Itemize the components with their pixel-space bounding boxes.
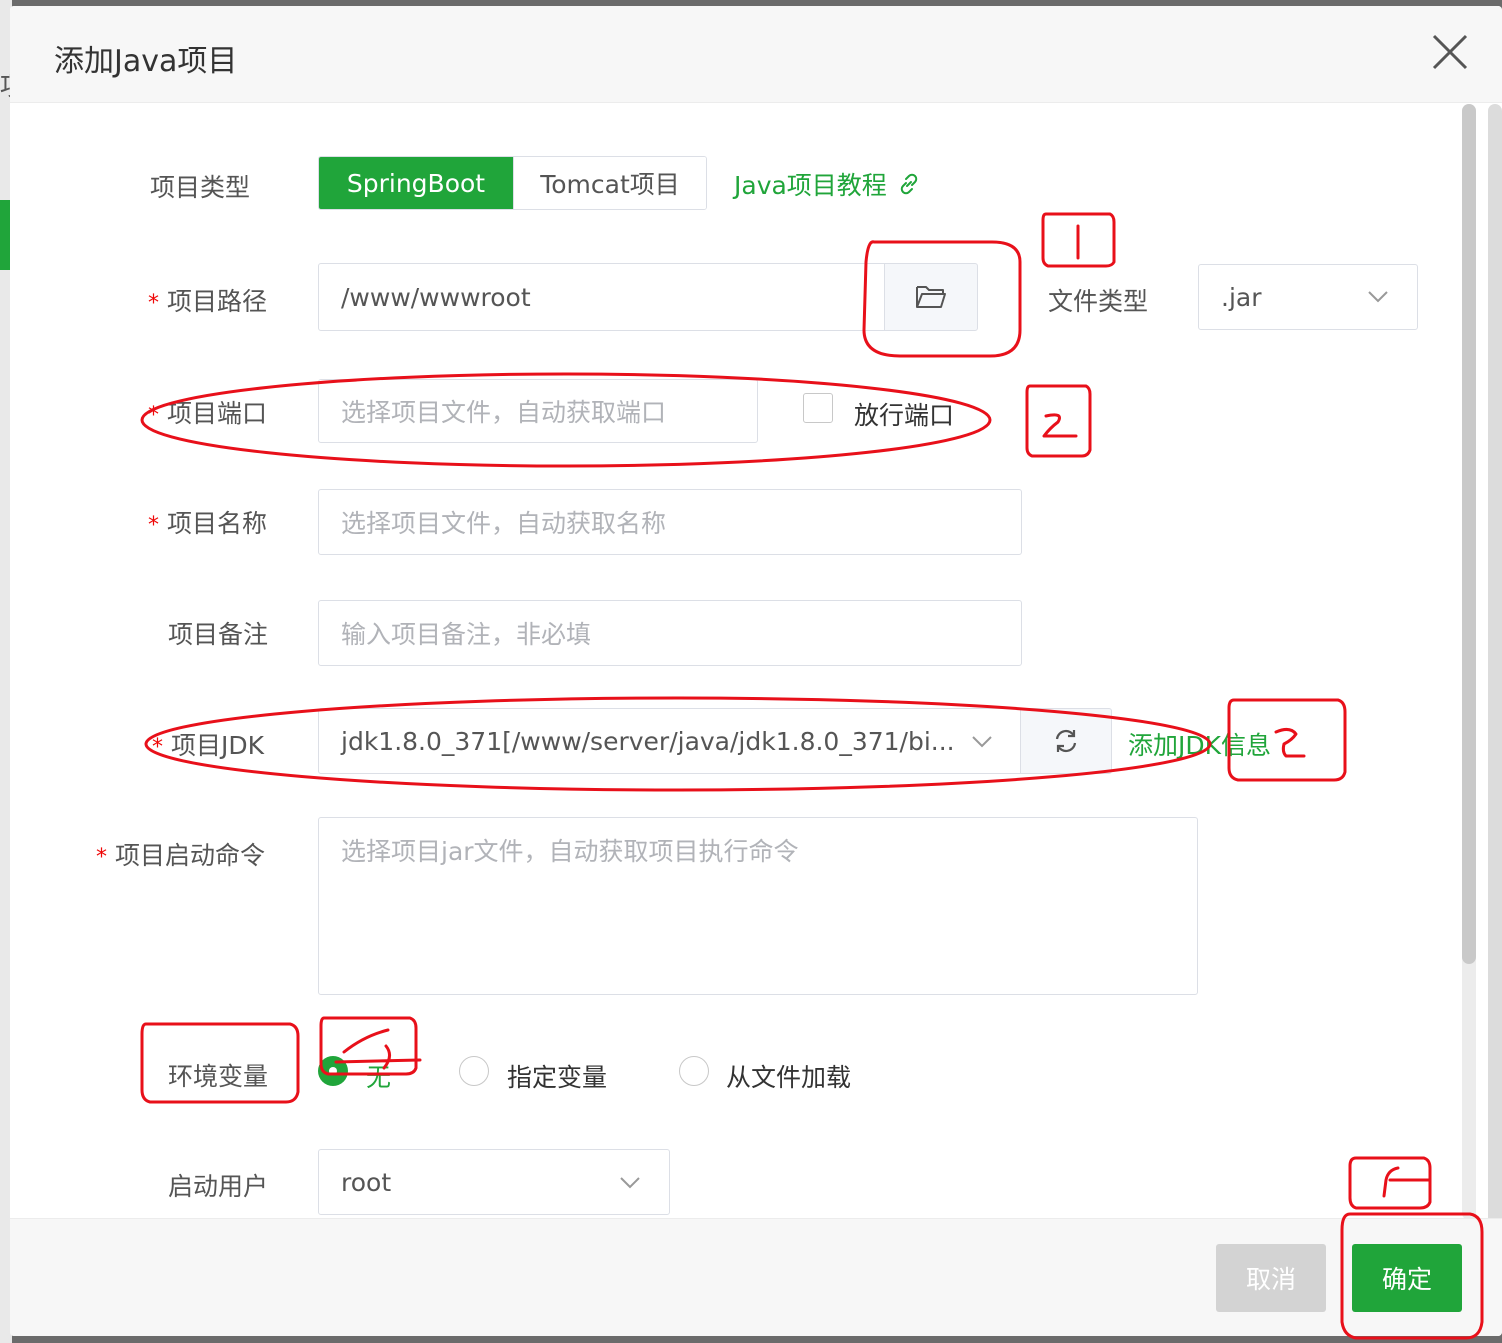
start-user-label: 启动用户 <box>168 1172 269 1201</box>
file-type-select[interactable]: .jar <box>1198 264 1418 330</box>
vertical-scrollbar[interactable] <box>1462 104 1476 1220</box>
required-mark: * <box>96 845 107 870</box>
file-type-label: 文件类型 <box>1048 287 1149 316</box>
type-springboot-button[interactable]: SpringBoot <box>319 157 513 209</box>
java-tutorial-link[interactable]: Java项目教程 <box>734 166 921 202</box>
close-icon[interactable] <box>1428 30 1472 74</box>
external-link-icon <box>900 173 918 195</box>
env-file-label[interactable]: 从文件加载 <box>726 1058 851 1094</box>
add-jdk-link[interactable]: 添加JDK信息 <box>1128 726 1271 762</box>
chevron-down-icon <box>1368 291 1388 303</box>
project-port-label: * 项目端口 <box>148 399 268 428</box>
dialog-title: 添加Java项目 <box>54 44 238 79</box>
project-path-input[interactable]: /www/wwwroot <box>318 263 890 331</box>
dialog-header: 添加Java项目 <box>10 6 1502 103</box>
env-none-label[interactable]: 无 <box>366 1058 391 1094</box>
required-mark: * <box>148 513 159 538</box>
required-mark: * <box>152 735 163 760</box>
env-none-radio[interactable] <box>318 1056 348 1086</box>
refresh-icon <box>1055 729 1077 753</box>
env-label: 环境变量 <box>168 1062 269 1091</box>
browse-folder-button[interactable] <box>884 263 978 331</box>
project-path-label: * 项目路径 <box>148 287 268 316</box>
tutorial-link-text: Java项目教程 <box>734 171 887 200</box>
required-mark: * <box>148 403 159 428</box>
outer-scrollbar[interactable] <box>1488 104 1502 1336</box>
env-file-radio[interactable] <box>679 1056 709 1086</box>
project-type-segmented: SpringBoot Tomcat项目 <box>318 156 707 210</box>
open-port-checkbox[interactable] <box>803 393 833 423</box>
start-command-textarea[interactable]: 选择项目jar文件，自动获取项目执行命令 <box>318 817 1198 995</box>
env-specify-radio[interactable] <box>459 1056 489 1086</box>
project-note-label: 项目备注 <box>168 620 269 649</box>
cancel-button[interactable]: 取消 <box>1216 1244 1326 1312</box>
open-port-label: 放行端口 <box>854 401 955 430</box>
refresh-jdk-button[interactable] <box>1020 708 1112 774</box>
jdk-value: jdk1.8.0_371[/www/server/java/jdk1.8.0_3… <box>341 726 955 756</box>
project-jdk-label: * 项目JDK <box>152 731 265 760</box>
chevron-down-icon <box>972 736 992 748</box>
project-port-input[interactable]: 选择项目文件，自动获取端口 <box>318 379 758 443</box>
start-user-select[interactable]: root <box>318 1149 670 1215</box>
project-name-label: * 项目名称 <box>148 509 268 538</box>
scrollbar-thumb[interactable] <box>1462 104 1476 964</box>
file-type-value: .jar <box>1221 282 1262 312</box>
project-note-input[interactable]: 输入项目备注，非必填 <box>318 600 1022 666</box>
add-java-project-dialog: 添加Java项目 项目类型 SpringBoot Tomcat项目 Java项目… <box>10 6 1502 1336</box>
type-tomcat-button[interactable]: Tomcat项目 <box>513 157 706 209</box>
start-user-value: root <box>341 1167 392 1197</box>
project-jdk-select[interactable]: jdk1.8.0_371[/www/server/java/jdk1.8.0_3… <box>318 708 1022 774</box>
folder-open-icon <box>916 286 946 308</box>
chevron-down-icon <box>620 1177 640 1189</box>
project-type-label: 项目类型 <box>150 173 251 202</box>
confirm-button[interactable]: 确定 <box>1352 1244 1462 1312</box>
env-specify-label[interactable]: 指定变量 <box>507 1058 607 1094</box>
project-name-input[interactable]: 选择项目文件，自动获取名称 <box>318 489 1022 555</box>
start-command-label: * 项目启动命令 <box>96 841 266 870</box>
required-mark: * <box>148 291 159 316</box>
